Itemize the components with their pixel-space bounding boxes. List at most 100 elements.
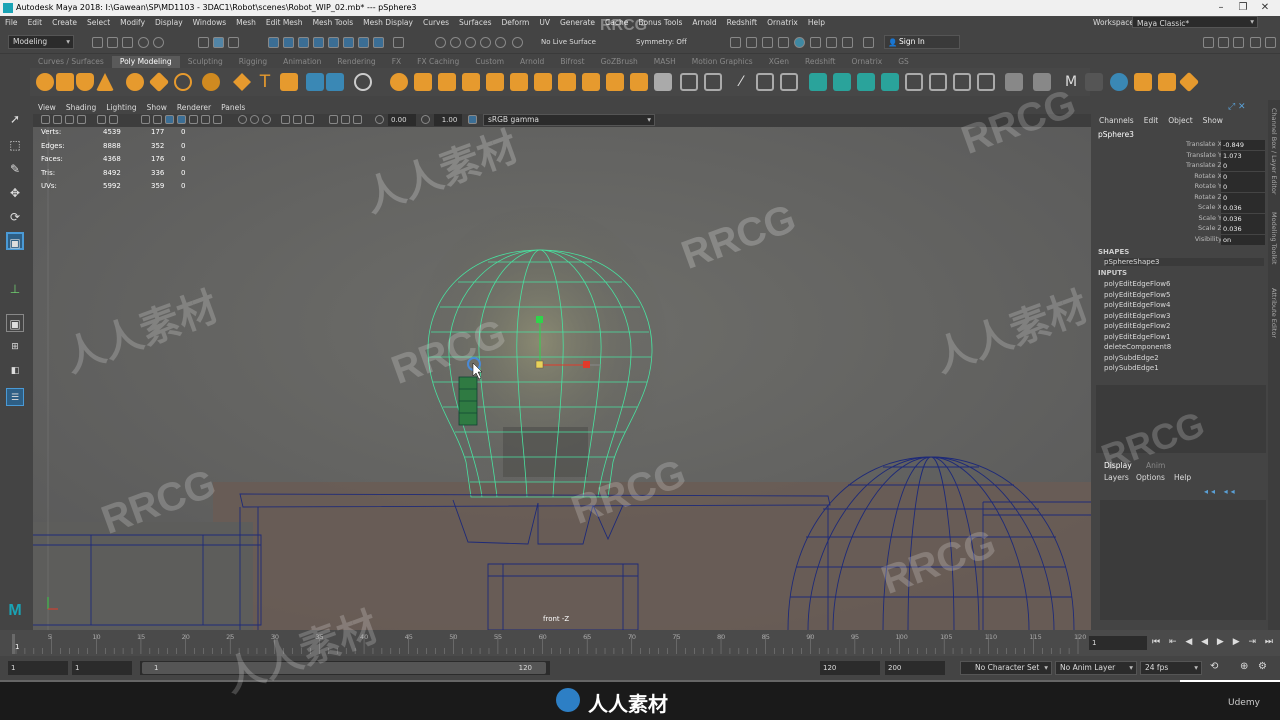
menu-display[interactable]: Display (150, 16, 188, 29)
shelf-tab-poly-modeling[interactable]: Poly Modeling (111, 56, 180, 68)
select-by-deformer-icon[interactable] (358, 37, 369, 48)
poly-cylinder-icon[interactable] (76, 73, 94, 91)
separate-icon[interactable] (326, 73, 344, 91)
multi-cut-icon[interactable] (704, 73, 722, 91)
render-setup-icon[interactable] (810, 37, 821, 48)
playback-start-field[interactable]: 1 (72, 661, 132, 675)
extract-icon[interactable] (486, 73, 504, 91)
input-item[interactable]: polyEditEdgeFlow1 (1104, 333, 1170, 341)
input-item[interactable]: polyEditEdgeFlow2 (1104, 322, 1170, 330)
exposure-field[interactable]: 0.00 (388, 114, 416, 126)
use-all-lights-icon[interactable] (201, 115, 210, 124)
attr-value[interactable]: 0 (1221, 161, 1265, 171)
menu-windows[interactable]: Windows (188, 16, 231, 29)
toggle-outliner-icon[interactable] (1265, 37, 1276, 48)
poly-plane-icon[interactable] (148, 71, 170, 93)
cb-menu-edit[interactable]: Edit (1139, 115, 1164, 127)
gate-mask-icon[interactable] (353, 115, 362, 124)
xray-joints-icon[interactable] (293, 115, 302, 124)
planar-uv-icon[interactable] (833, 73, 851, 91)
bookmark-icon[interactable] (65, 115, 74, 124)
shelf-tab-curves-surfaces[interactable]: Curves / Surfaces (30, 56, 112, 68)
gamma-icon[interactable] (421, 115, 430, 124)
attr-rotate-x[interactable]: Rotate X0 (1092, 171, 1268, 183)
maximize-icon[interactable]: ❐ (1232, 0, 1254, 16)
loop-icon[interactable]: ⟲ (1210, 661, 1218, 672)
lasso-tool-icon[interactable]: ⬚ (6, 136, 24, 154)
symmetry-label[interactable]: Symmetry: Off (636, 38, 687, 46)
automatic-uv-icon[interactable] (809, 73, 827, 91)
cube-tool-icon[interactable] (1134, 73, 1152, 91)
attr-value[interactable]: on (1221, 234, 1265, 245)
merge-icon[interactable] (630, 73, 648, 91)
cut-uv-icon[interactable] (953, 73, 971, 91)
layer-menu-help[interactable]: Help (1174, 473, 1191, 482)
shelf-tab-motion-graphics[interactable]: Motion Graphics (684, 56, 761, 68)
shelf-tab-sculpting[interactable]: Sculpting (180, 56, 231, 68)
export-icon[interactable] (1005, 73, 1023, 91)
attr-value[interactable]: 0.036 (1221, 203, 1265, 213)
redo-icon[interactable] (153, 37, 164, 48)
selected-sphere[interactable] (458, 376, 478, 426)
sew-uv-icon[interactable] (977, 73, 995, 91)
shelf-tab-arnold[interactable]: Arnold (512, 56, 552, 68)
attr-value[interactable]: 0.036 (1221, 213, 1265, 224)
render-current-frame-icon[interactable] (746, 37, 757, 48)
animation-end-field[interactable]: 200 (885, 661, 945, 675)
menu-mesh-tools[interactable]: Mesh Tools (308, 16, 359, 29)
render-settings-icon[interactable] (778, 37, 789, 48)
film-gate-icon[interactable] (109, 115, 118, 124)
vp-menu-lighting[interactable]: Lighting (101, 101, 141, 114)
select-hierarchy-icon[interactable] (198, 37, 209, 48)
slide-edge-icon[interactable] (780, 73, 798, 91)
insert-edge-loop-icon[interactable] (680, 73, 698, 91)
live-surface-label[interactable]: No Live Surface (541, 38, 596, 46)
vp-menu-view[interactable]: View (33, 101, 61, 114)
attr-translate-y[interactable]: Translate Y 1.073 (1092, 150, 1268, 162)
attr-scale-z[interactable]: Scale Z 0.036 (1092, 224, 1268, 235)
camera-attributes-icon[interactable] (53, 115, 62, 124)
cylindrical-uv-icon[interactable] (857, 73, 875, 91)
tab-modeling-toolkit[interactable]: Modeling Toolkit (1270, 212, 1278, 264)
sphere-tool-icon[interactable] (1110, 73, 1128, 91)
mirror-icon[interactable] (462, 73, 480, 91)
scale-tool-icon[interactable]: ▣ (6, 232, 24, 250)
menu-file[interactable]: File (0, 16, 23, 29)
select-by-edge-icon[interactable] (283, 37, 294, 48)
menu-select[interactable]: Select (82, 16, 115, 29)
shelf-tab-redshift[interactable]: Redshift (797, 56, 843, 68)
anti-aliasing-icon[interactable] (262, 115, 271, 124)
toggle-attribute-editor-icon[interactable] (1218, 37, 1229, 48)
shelf-tab-custom[interactable]: Custom (467, 56, 512, 68)
svg-icon[interactable] (280, 73, 298, 91)
snap-point-icon[interactable] (465, 37, 476, 48)
color-management-icon[interactable] (468, 115, 477, 124)
xray-icon[interactable] (177, 115, 186, 124)
pause-viewport-icon[interactable] (842, 37, 853, 48)
sign-in-button[interactable]: Sign In 👤 (884, 35, 960, 49)
layer-buttons[interactable]: ◂◂ ◂◂ (1204, 487, 1238, 496)
select-by-dynamics-icon[interactable] (373, 37, 384, 48)
poly-torus-icon[interactable] (126, 73, 144, 91)
toggle-tool-settings-icon[interactable] (1233, 37, 1244, 48)
shadows-icon[interactable] (213, 115, 222, 124)
smooth-shade-icon[interactable] (153, 115, 162, 124)
preferences-icon[interactable]: ⚙ (1258, 661, 1267, 672)
menu-help[interactable]: Help (803, 16, 830, 29)
attr-value[interactable]: 0 (1221, 192, 1265, 203)
shelf-tab-rendering[interactable]: Rendering (329, 56, 383, 68)
vp-menu-panels[interactable]: Panels (216, 101, 250, 114)
input-item[interactable]: polyEditEdgeFlow4 (1104, 301, 1170, 309)
select-by-face-icon[interactable] (298, 37, 309, 48)
input-item[interactable]: polyEditEdgeFlow6 (1104, 280, 1170, 288)
auto-key-icon[interactable]: ⊕ (1240, 661, 1248, 672)
layer-list[interactable] (1100, 500, 1266, 620)
render-region-icon[interactable] (730, 37, 741, 48)
single-view-icon[interactable]: ▣ (6, 314, 24, 332)
combine-icon[interactable] (306, 73, 324, 91)
vp-menu-shading[interactable]: Shading (61, 101, 101, 114)
fill-icon[interactable] (1085, 73, 1103, 91)
cb-menu-object[interactable]: Object (1163, 115, 1197, 127)
cb-menu-show[interactable]: Show (1198, 115, 1228, 127)
undo-icon[interactable] (138, 37, 149, 48)
